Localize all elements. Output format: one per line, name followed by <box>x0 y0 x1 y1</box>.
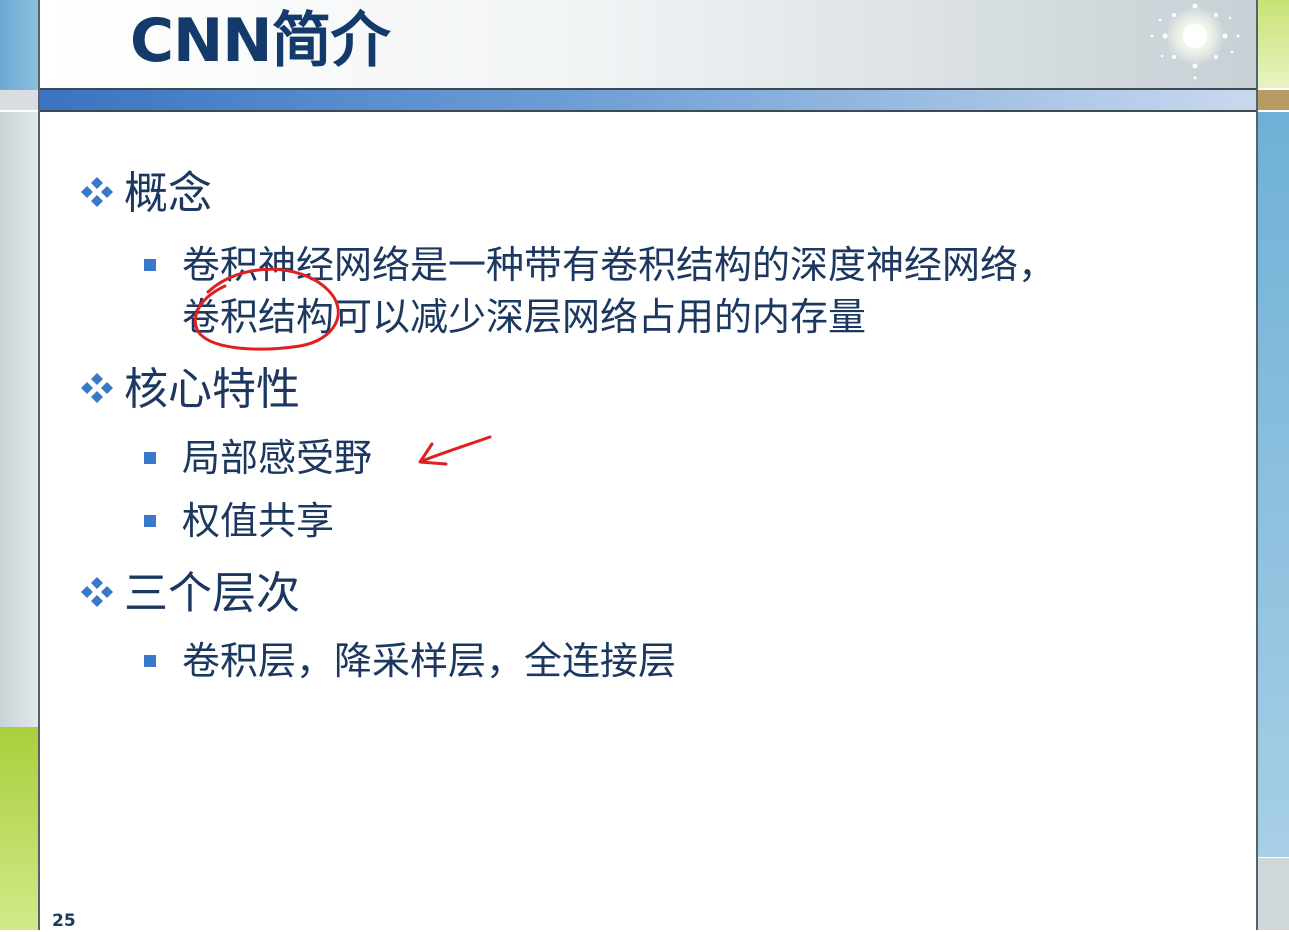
section-heading-concept: 概念 <box>78 166 212 222</box>
square-bullet-icon <box>144 259 156 271</box>
four-diamond-bullet-icon <box>81 373 113 403</box>
square-bullet-icon <box>144 515 156 527</box>
section-heading-three-layers: 三个层次 <box>78 566 300 622</box>
section-heading-text: 概念 <box>124 168 212 219</box>
list-item-text-line1: 卷积神经网络是一种带有卷积结构的深度神经网络， <box>182 243 1057 287</box>
slide-page-number: 25 <box>52 911 76 931</box>
four-diamond-bullet-icon <box>81 577 113 607</box>
square-bullet-icon <box>144 655 156 667</box>
square-bullet-icon <box>144 452 156 464</box>
list-item-text-line2: 卷积结构可以减少深层网络占用的内存量 <box>182 295 867 339</box>
list-item-text: 局部感受野 <box>182 436 373 480</box>
list-item-text: 卷积层，降采样层，全连接层 <box>182 639 677 683</box>
section-heading-text: 核心特性 <box>124 364 300 415</box>
section-heading-text: 三个层次 <box>124 568 300 619</box>
section-heading-core-features: 核心特性 <box>78 362 300 418</box>
slide-content: 概念 卷积神经网络是一种带有卷积结构的深度神经网络， 卷积结构可以减少深层网络占… <box>0 0 1289 931</box>
four-diamond-bullet-icon <box>81 177 113 207</box>
list-item-text: 权值共享 <box>182 499 335 543</box>
